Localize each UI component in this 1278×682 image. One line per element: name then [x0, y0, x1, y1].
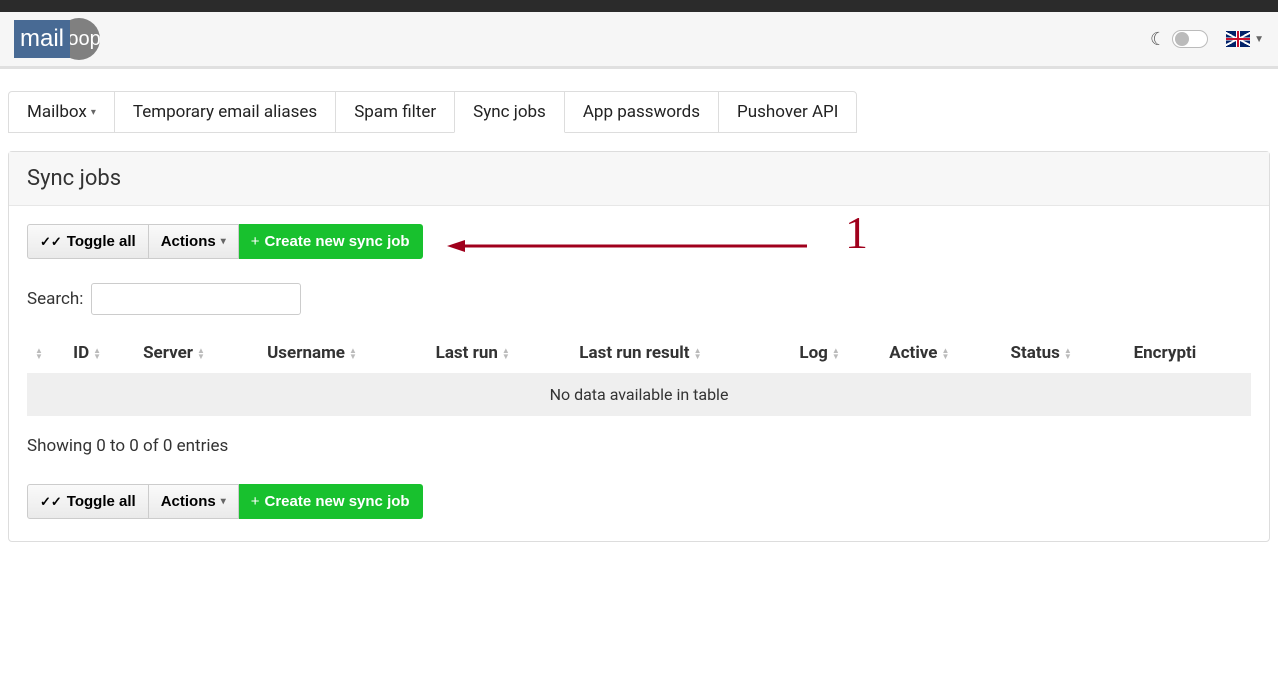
create-sync-job-button[interactable]: + Create new sync job: [239, 224, 423, 259]
button-label: Toggle all: [67, 493, 136, 510]
flag-uk-icon: [1226, 31, 1250, 47]
col-select[interactable]: ▲▼: [27, 333, 65, 373]
chevron-down-icon: ▾: [91, 107, 96, 118]
search-input[interactable]: [91, 283, 301, 315]
col-log[interactable]: Log▲▼: [791, 333, 881, 373]
col-encryption[interactable]: Encrypti: [1126, 333, 1251, 373]
col-active[interactable]: Active▲▼: [881, 333, 1002, 373]
chevron-down-icon: ▾: [221, 496, 226, 507]
tab-app-passwords[interactable]: App passwords: [564, 91, 719, 133]
sync-jobs-panel: Sync jobs ✓✓ Toggle all Actions ▾ + Crea…: [8, 151, 1270, 542]
button-label: Create new sync job: [265, 233, 410, 250]
check-all-icon: ✓✓: [40, 494, 62, 510]
col-status[interactable]: Status▲▼: [1003, 333, 1126, 373]
button-label: Create new sync job: [265, 493, 410, 510]
button-label: Actions: [161, 233, 216, 250]
create-sync-job-button[interactable]: + Create new sync job: [239, 484, 423, 519]
col-server[interactable]: Server▲▼: [135, 333, 259, 373]
tab-label: Temporary email aliases: [133, 102, 317, 122]
col-username[interactable]: Username▲▼: [259, 333, 428, 373]
tab-pushover-api[interactable]: Pushover API: [718, 91, 857, 133]
actions-button[interactable]: Actions ▾: [149, 224, 239, 259]
table-showing-text: Showing 0 to 0 of 0 entries: [27, 436, 1251, 456]
tab-sync-jobs[interactable]: Sync jobs: [454, 91, 565, 133]
panel-title: Sync jobs: [9, 152, 1269, 206]
chevron-down-icon: ▼: [1254, 34, 1264, 45]
moon-icon: ☾: [1150, 29, 1166, 50]
annotation-arrow: [447, 236, 807, 256]
tab-label: Spam filter: [354, 102, 436, 122]
tabs: Mailbox ▾ Temporary email aliases Spam f…: [8, 91, 1270, 133]
button-label: Toggle all: [67, 233, 136, 250]
tab-spam-filter[interactable]: Spam filter: [335, 91, 455, 133]
plus-icon: +: [251, 233, 260, 250]
check-all-icon: ✓✓: [40, 234, 62, 250]
button-label: Actions: [161, 493, 216, 510]
logo-text-left: mail: [14, 20, 70, 58]
tab-label: Mailbox: [27, 102, 87, 122]
plus-icon: +: [251, 493, 260, 510]
logo: mail coop: [14, 18, 100, 60]
tab-mailbox[interactable]: Mailbox ▾: [8, 91, 115, 133]
tab-label: Pushover API: [737, 102, 838, 122]
col-id[interactable]: ID▲▼: [65, 333, 135, 373]
language-selector[interactable]: ▼: [1226, 31, 1264, 47]
browser-chrome-bar: [0, 0, 1278, 12]
annotation-number: 1: [845, 206, 868, 259]
dark-mode-toggle[interactable]: [1172, 30, 1208, 48]
table-empty-message: No data available in table: [27, 373, 1251, 416]
actions-button[interactable]: Actions ▾: [149, 484, 239, 519]
tab-label: Sync jobs: [473, 102, 546, 122]
app-header: mail coop ☾ ▼: [0, 12, 1278, 69]
theme-toggle-group: ☾: [1150, 29, 1208, 50]
tab-temp-aliases[interactable]: Temporary email aliases: [114, 91, 336, 133]
tab-label: App passwords: [583, 102, 700, 122]
chevron-down-icon: ▾: [221, 236, 226, 247]
toggle-all-button[interactable]: ✓✓ Toggle all: [27, 224, 149, 259]
sync-jobs-table: ▲▼ ID▲▼ Server▲▼ Username▲▼ Last run▲▼ L…: [27, 333, 1251, 416]
table-empty-row: No data available in table: [27, 373, 1251, 416]
col-last-run[interactable]: Last run▲▼: [428, 333, 572, 373]
toggle-all-button[interactable]: ✓✓ Toggle all: [27, 484, 149, 519]
col-last-run-result[interactable]: Last run result▲▼: [571, 333, 791, 373]
search-label: Search:: [27, 289, 83, 309]
